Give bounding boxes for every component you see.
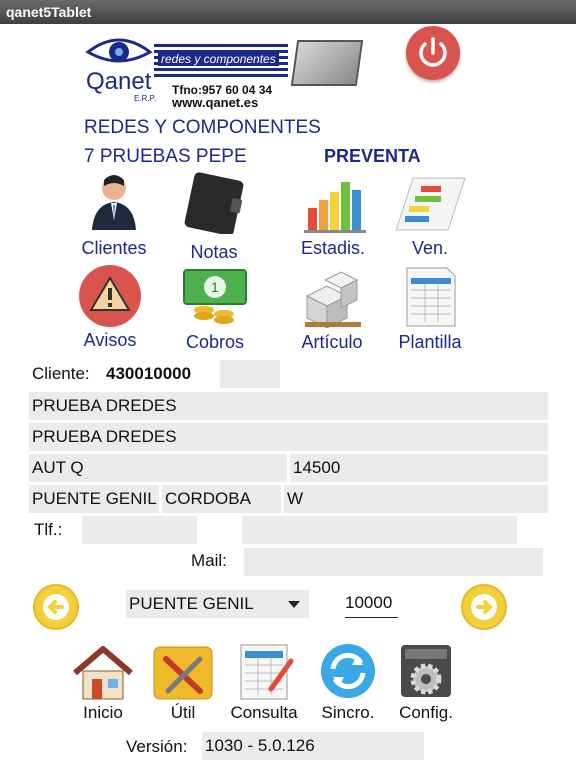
cliente-name2-field[interactable]: PRUEBA DREDES xyxy=(29,423,548,451)
cliente-code-field[interactable]: 430010000 xyxy=(103,360,218,388)
inicio-label: Inicio xyxy=(83,703,123,722)
version-value: 1030 - 5.0.126 xyxy=(202,732,424,760)
logo-erp: E.R.P. xyxy=(134,94,157,103)
notas-button[interactable]: Notas xyxy=(159,172,269,262)
sincro-label: Sincro. xyxy=(321,703,375,722)
company-name: REDES Y COMPONENTES xyxy=(84,117,321,138)
cobros-button[interactable]: 1 Cobros xyxy=(160,266,270,356)
sincro-button[interactable]: Sincro. xyxy=(303,643,393,723)
tlf2-field[interactable] xyxy=(242,516,517,544)
boxes-icon xyxy=(305,271,361,329)
country-field[interactable]: W xyxy=(284,485,548,513)
logo-brand: Qanet xyxy=(86,68,152,95)
cliente-name1-field[interactable]: PRUEBA DREDES xyxy=(29,392,548,420)
company-logo: Qanet E.R.P. redes y componentes Tfno:95… xyxy=(84,28,364,114)
money-icon: 1 xyxy=(183,269,247,324)
articulo-label: Artículo xyxy=(301,332,363,352)
arrow-left-icon xyxy=(43,594,69,620)
clientes-label: Clientes xyxy=(81,238,147,258)
next-button[interactable] xyxy=(461,584,507,630)
avisos-button[interactable]: Avisos xyxy=(55,264,165,354)
tlf1-field[interactable] xyxy=(82,516,197,544)
window-title: qanet5Tablet xyxy=(0,0,576,24)
notebook-icon xyxy=(184,172,244,236)
inicio-button[interactable]: Inicio xyxy=(58,643,148,723)
home-icon xyxy=(73,646,133,700)
bar-chart-icon xyxy=(304,182,366,233)
mode-label: PREVENTA xyxy=(324,146,421,166)
warning-icon xyxy=(79,265,141,327)
postal-code-field[interactable]: 14500 xyxy=(290,454,548,482)
estadis-label: Estadis. xyxy=(300,238,366,258)
svg-text:1: 1 xyxy=(211,279,219,295)
consulta-label: Consulta xyxy=(230,703,298,722)
person-icon xyxy=(92,175,136,230)
articulo-button[interactable]: Artículo xyxy=(277,266,387,356)
chevron-down-icon xyxy=(288,601,300,608)
config-button[interactable]: Config. xyxy=(381,643,471,723)
city-field[interactable]: PUENTE GENIL xyxy=(29,485,159,513)
ven-button[interactable]: Ven. xyxy=(375,172,485,262)
user-name: 7 PRUEBAS PEPE xyxy=(84,146,247,167)
address-field[interactable]: AUT Q xyxy=(29,454,287,482)
config-label: Config. xyxy=(399,703,453,722)
util-button[interactable]: Útil xyxy=(138,643,228,723)
tools-icon xyxy=(153,646,213,700)
plantilla-label: Plantilla xyxy=(398,332,462,352)
logo-slogan: redes y componentes xyxy=(158,52,279,66)
cliente-label: Cliente: xyxy=(32,364,90,383)
clientes-button[interactable]: Clientes xyxy=(59,172,169,262)
cobros-label: Cobros xyxy=(185,332,245,352)
gear-icon xyxy=(401,645,451,697)
power-button[interactable] xyxy=(406,26,460,80)
cliente-extra-field[interactable] xyxy=(220,360,280,388)
spreadsheet-edit-icon xyxy=(240,644,294,700)
route-select[interactable]: PUENTE GENIL xyxy=(126,590,309,618)
route-selected-value: PUENTE GENIL xyxy=(129,594,254,613)
mail-field[interactable] xyxy=(244,548,543,576)
gantt-chart-icon xyxy=(395,177,466,231)
spreadsheet-icon xyxy=(406,267,456,327)
ven-label: Ven. xyxy=(411,238,449,258)
version-label: Versión: xyxy=(126,737,188,756)
logo-web: www.qanet.es xyxy=(172,95,259,110)
tlf-label: Tlf.: xyxy=(34,520,63,539)
util-label: Útil xyxy=(170,703,196,722)
consulta-button[interactable]: Consulta xyxy=(219,643,309,723)
avisos-label: Avisos xyxy=(83,330,137,350)
notas-label: Notas xyxy=(190,242,238,262)
estadis-button[interactable]: Estadis. xyxy=(278,172,388,262)
arrow-right-icon xyxy=(471,594,497,620)
tablet-photo-icon xyxy=(290,40,364,86)
prev-button[interactable] xyxy=(33,584,79,630)
power-icon xyxy=(419,37,447,67)
route-code-field[interactable]: 10000 xyxy=(345,591,398,618)
mail-label: Mail: xyxy=(191,551,227,570)
plantilla-button[interactable]: Plantilla xyxy=(375,266,485,356)
province-field[interactable]: CORDOBA xyxy=(162,485,281,513)
eye-logo-icon xyxy=(85,38,153,63)
sync-icon xyxy=(321,644,375,698)
